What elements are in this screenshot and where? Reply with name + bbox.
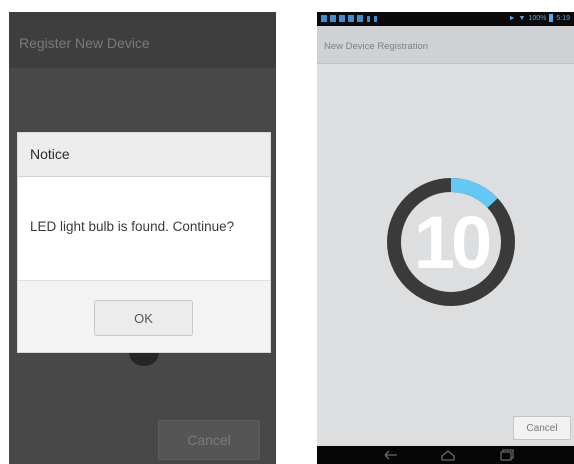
notification-icon [321, 15, 327, 22]
notification-icon [330, 15, 336, 22]
clock: 5:19 [556, 14, 570, 22]
ok-button[interactable]: OK [94, 300, 193, 336]
notification-icon [348, 15, 354, 22]
left-header: Register New Device [9, 12, 276, 68]
page-title: New Device Registration [324, 41, 429, 52]
dialog-header: Notice [18, 133, 270, 177]
notice-dialog: Notice LED light bulb is found. Continue… [17, 132, 271, 353]
right-header: New Device Registration [317, 26, 574, 64]
recent-apps-icon[interactable] [499, 449, 515, 461]
status-bar: ► ▼ 100% 5:19 [317, 12, 574, 26]
dialog-title: Notice [30, 146, 70, 162]
battery-icon [549, 14, 554, 22]
navigation-bar [317, 446, 574, 464]
download-icon [367, 16, 370, 22]
wifi-icon: ▼ [518, 14, 526, 22]
dialog-message: LED light bulb is found. Continue? [30, 219, 235, 234]
countdown-number: 10 [413, 200, 492, 284]
home-icon[interactable] [440, 449, 456, 461]
cancel-button[interactable]: Cancel [158, 420, 260, 460]
notification-icon [357, 15, 363, 22]
page-title: Register New Device [19, 35, 150, 51]
back-icon[interactable] [383, 449, 399, 461]
download-icon [374, 16, 377, 22]
background-ring-fragment [129, 352, 159, 366]
battery-text: 100% [528, 14, 547, 22]
notification-icon [339, 15, 345, 22]
dialog-body: LED light bulb is found. Continue? [18, 177, 270, 281]
cancel-button[interactable]: Cancel [513, 416, 571, 440]
right-screen: ► ▼ 100% 5:19 New Device Registration 10… [317, 12, 574, 464]
status-right: ► ▼ 100% 5:19 [509, 14, 570, 22]
volume-icon: ► [508, 14, 516, 22]
